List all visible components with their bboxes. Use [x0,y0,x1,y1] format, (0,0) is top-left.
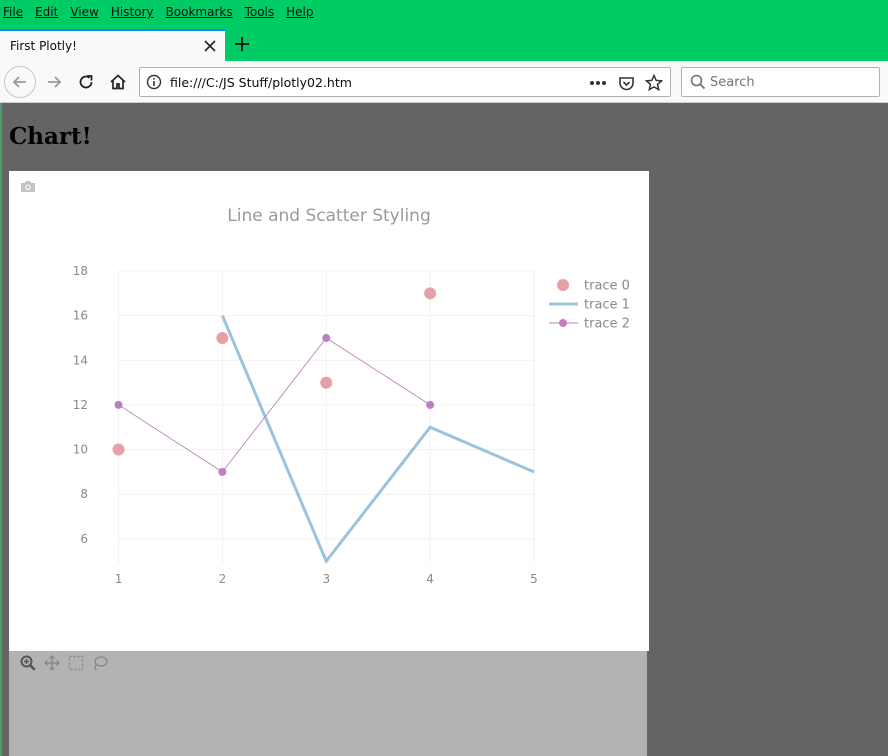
search-bar[interactable] [681,67,880,97]
y-axis-ticks: 6 8 10 12 14 16 18 [73,264,88,546]
menu-help-label: Help [286,5,314,19]
plot-container: Line and Scatter Styling 6 8 10 12 14 16 18 12… [9,171,649,651]
legend-item[interactable]: trace 1 [549,298,630,313]
tab-strip: First Plotly! [0,24,888,61]
chart-legend[interactable]: trace 0 trace 1 trace 2 [549,279,630,332]
menu-tools[interactable]: Tools [245,5,275,19]
page-heading: Chart! [9,123,92,150]
reload-icon[interactable] [70,66,102,98]
data-point[interactable] [322,333,331,342]
pan-icon[interactable] [43,654,61,672]
menu-bookmarks[interactable]: Bookmarks [166,5,233,19]
data-point[interactable] [216,331,229,344]
chart-grid [118,270,535,563]
menu-bookmarks-label: Bookmarks [165,5,233,19]
menu-help[interactable]: Help [286,5,313,19]
data-point[interactable] [320,376,333,389]
menu-view-label: View [70,5,99,19]
new-tab-icon[interactable] [228,30,256,58]
y-tick-label: 16 [73,309,88,323]
lower-panel [9,651,647,756]
zoom-icon[interactable] [19,654,37,672]
window-left-edge [0,103,2,756]
page-content: Chart! Line and Scatter Styling 6 8 10 12 14… [0,103,888,756]
menu-edit[interactable]: Edit [35,5,58,19]
back-arrow-icon[interactable] [4,66,36,98]
x-tick-label: 5 [530,572,538,586]
close-tab-icon[interactable] [195,31,225,61]
legend-swatch [557,279,569,291]
legend-item[interactable]: trace 2 [549,317,630,332]
lasso-select-icon[interactable] [91,654,109,672]
data-point[interactable] [218,467,227,476]
menu-view[interactable]: View [70,5,98,19]
navigation-toolbar: file:///C:/JS Stuff/plotly02.htm [0,61,888,103]
menu-history[interactable]: History [111,5,154,19]
forward-arrow-icon[interactable] [38,66,70,98]
pocket-icon[interactable] [616,73,636,93]
tab-first-plotly[interactable]: First Plotly! [0,29,225,61]
menu-history-label: History [110,5,154,19]
menu-edit-label: Edit [35,5,59,19]
legend-label: trace 0 [584,279,630,294]
menu-tools-label: Tools [244,5,275,19]
data-point[interactable] [426,400,435,409]
x-tick-label: 2 [219,572,227,586]
legend-label: trace 2 [584,317,630,332]
y-tick-label: 14 [73,353,88,367]
data-point[interactable] [112,443,125,456]
series-trace-0[interactable] [112,287,437,456]
search-input[interactable] [710,68,875,96]
data-point[interactable] [424,287,437,300]
legend-label: trace 1 [584,298,630,313]
series-line [221,315,535,565]
home-icon[interactable] [102,66,134,98]
y-tick-label: 12 [73,398,88,412]
menu-file[interactable]: File [3,5,23,19]
y-tick-label: 8 [80,487,88,501]
tab-title: First Plotly! [10,39,77,53]
y-tick-label: 6 [80,532,88,546]
menu-file-label: File [3,5,24,19]
x-axis-ticks: 1 2 3 4 5 [115,572,538,586]
more-actions-icon[interactable] [588,73,608,93]
legend-swatch-marker [559,319,567,327]
page-info-icon[interactable] [146,74,162,94]
modebar-bottom [19,654,109,672]
url-bar[interactable]: file:///C:/JS Stuff/plotly02.htm [139,67,671,97]
series-trace-1[interactable] [221,315,535,565]
box-select-icon[interactable] [67,654,85,672]
x-tick-label: 1 [115,572,123,586]
y-tick-label: 10 [73,443,88,457]
x-tick-label: 4 [426,572,434,586]
x-tick-label: 3 [322,572,330,586]
search-icon [690,74,706,94]
y-tick-label: 18 [73,264,88,278]
chart-title: Line and Scatter Styling [227,206,431,226]
data-point[interactable] [114,400,123,409]
legend-item[interactable]: trace 0 [557,279,630,294]
url-actions [588,73,664,93]
chart-svg[interactable]: Line and Scatter Styling 681012141618 12… [9,171,649,651]
url-text[interactable]: file:///C:/JS Stuff/plotly02.htm [170,75,352,90]
chart-series[interactable] [112,287,535,565]
menu-bar: File Edit View History Bookmarks Tools H… [0,0,888,24]
bookmark-star-icon[interactable] [644,73,664,93]
